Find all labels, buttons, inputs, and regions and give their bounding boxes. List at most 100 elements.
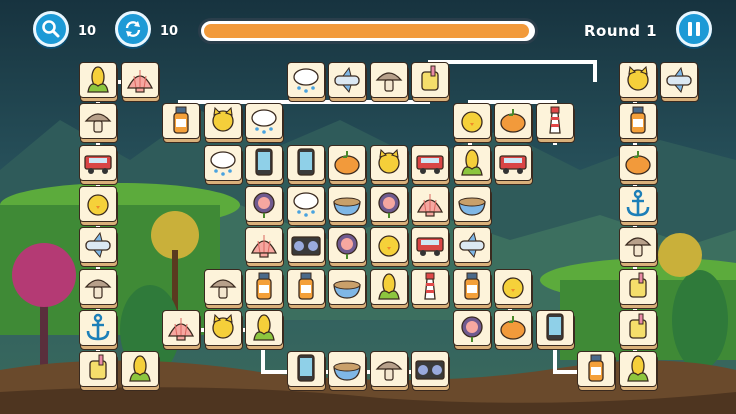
tile-phone[interactable]: [245, 144, 285, 185]
tile-chick[interactable]: [452, 103, 493, 144]
tile-plane[interactable]: [328, 62, 368, 102]
tile-corn[interactable]: [618, 351, 659, 392]
tile-chick[interactable]: [369, 227, 410, 268]
tile-plane[interactable]: [79, 227, 119, 268]
tile-phone[interactable]: [286, 144, 327, 185]
tile-cup[interactable]: [618, 268, 659, 309]
tile-anchor[interactable]: [79, 309, 119, 350]
tile-mushroom[interactable]: [369, 62, 410, 102]
tile-corn[interactable]: [369, 268, 410, 309]
tile-bowl[interactable]: [328, 351, 368, 392]
tile-pumpkin[interactable]: [494, 103, 534, 144]
tile-bottle[interactable]: [618, 103, 659, 144]
radio-icon: [290, 236, 321, 256]
tile-bottle[interactable]: [452, 268, 493, 309]
bottle-icon: [256, 272, 272, 300]
tile-cat[interactable]: [203, 103, 244, 144]
tile-cup[interactable]: [618, 309, 659, 350]
corn-icon: [626, 355, 649, 382]
corn-icon: [87, 66, 109, 93]
tile-lighthouse[interactable]: [535, 103, 576, 144]
tile-pumpkin[interactable]: [494, 309, 534, 350]
tile-bowl[interactable]: [452, 185, 493, 226]
cloud-icon: [292, 68, 319, 93]
tile-flower[interactable]: [369, 185, 410, 226]
tile-flower[interactable]: [328, 227, 368, 268]
tile-bottle[interactable]: [577, 351, 617, 392]
tile-corn[interactable]: [245, 309, 285, 350]
tile-pumpkin[interactable]: [328, 144, 368, 185]
bowl-icon: [333, 362, 361, 381]
tile-shell[interactable]: [162, 309, 202, 350]
tile-bowl[interactable]: [328, 268, 368, 309]
plane-icon: [85, 232, 111, 259]
tile-phone[interactable]: [286, 351, 327, 392]
tile-plane[interactable]: [660, 62, 700, 102]
tile-mushroom[interactable]: [618, 227, 659, 268]
mushroom-icon: [209, 278, 236, 299]
tile-lighthouse[interactable]: [411, 268, 451, 309]
corn-icon: [460, 148, 483, 176]
tile-phone[interactable]: [535, 309, 576, 350]
tile-bottle[interactable]: [162, 103, 202, 144]
tile-chick[interactable]: [494, 268, 534, 309]
tile-cat[interactable]: [203, 309, 244, 350]
tile-chick[interactable]: [79, 185, 119, 226]
bowl-icon: [457, 197, 486, 216]
tile-bowl[interactable]: [328, 185, 368, 226]
tile-pumpkin[interactable]: [618, 144, 659, 185]
jeep-icon: [416, 154, 444, 174]
tile-flower[interactable]: [452, 309, 493, 350]
mushroom-icon: [624, 237, 651, 257]
tile-shell[interactable]: [120, 62, 161, 102]
tile-cloud[interactable]: [286, 62, 327, 102]
phone-icon: [255, 147, 273, 176]
tile-flower[interactable]: [245, 185, 285, 226]
tile-radio[interactable]: [411, 351, 451, 392]
tile-cup[interactable]: [79, 351, 119, 392]
tile-plane[interactable]: [452, 227, 493, 268]
tile-anchor[interactable]: [618, 185, 659, 226]
tile-corn[interactable]: [452, 144, 493, 185]
cat-icon: [211, 107, 234, 132]
tile-shell[interactable]: [411, 185, 451, 226]
tile-radio[interactable]: [286, 227, 327, 268]
shell-icon: [416, 193, 444, 217]
pumpkin-icon: [334, 150, 360, 175]
bottle-icon: [629, 106, 646, 134]
tile-jeep[interactable]: [411, 144, 451, 185]
tile-bottle[interactable]: [286, 268, 327, 309]
flower-icon: [253, 192, 275, 218]
tile-mushroom[interactable]: [369, 351, 410, 392]
plane-icon: [666, 66, 692, 94]
tile-cloud[interactable]: [245, 103, 285, 144]
tile-jeep[interactable]: [411, 227, 451, 268]
jeep-icon: [416, 237, 444, 257]
chick-icon: [87, 194, 109, 216]
plane-icon: [334, 66, 360, 94]
tile-jeep[interactable]: [494, 144, 534, 185]
cup-icon: [421, 65, 439, 91]
tile-jeep[interactable]: [79, 144, 119, 185]
tile-cup[interactable]: [411, 62, 451, 102]
tile-cloud[interactable]: [286, 185, 327, 226]
tile-cloud[interactable]: [203, 144, 244, 185]
corn-icon: [377, 272, 400, 300]
flower-icon: [336, 233, 358, 260]
tile-mushroom[interactable]: [203, 268, 244, 309]
mushroom-icon: [84, 113, 112, 133]
tile-cat[interactable]: [618, 62, 659, 102]
cup-icon: [628, 313, 647, 339]
tile-cat[interactable]: [369, 144, 410, 185]
anchor-icon: [86, 313, 110, 341]
tile-shell[interactable]: [245, 227, 285, 268]
tile-bottle[interactable]: [245, 268, 285, 309]
tile-corn[interactable]: [120, 351, 161, 392]
tile-mushroom[interactable]: [79, 268, 119, 309]
tile-mushroom[interactable]: [79, 103, 119, 144]
shell-icon: [250, 235, 278, 258]
flower-icon: [377, 192, 400, 218]
tile-corn[interactable]: [79, 62, 119, 102]
cat-icon: [211, 313, 234, 339]
bottle-icon: [173, 106, 189, 134]
